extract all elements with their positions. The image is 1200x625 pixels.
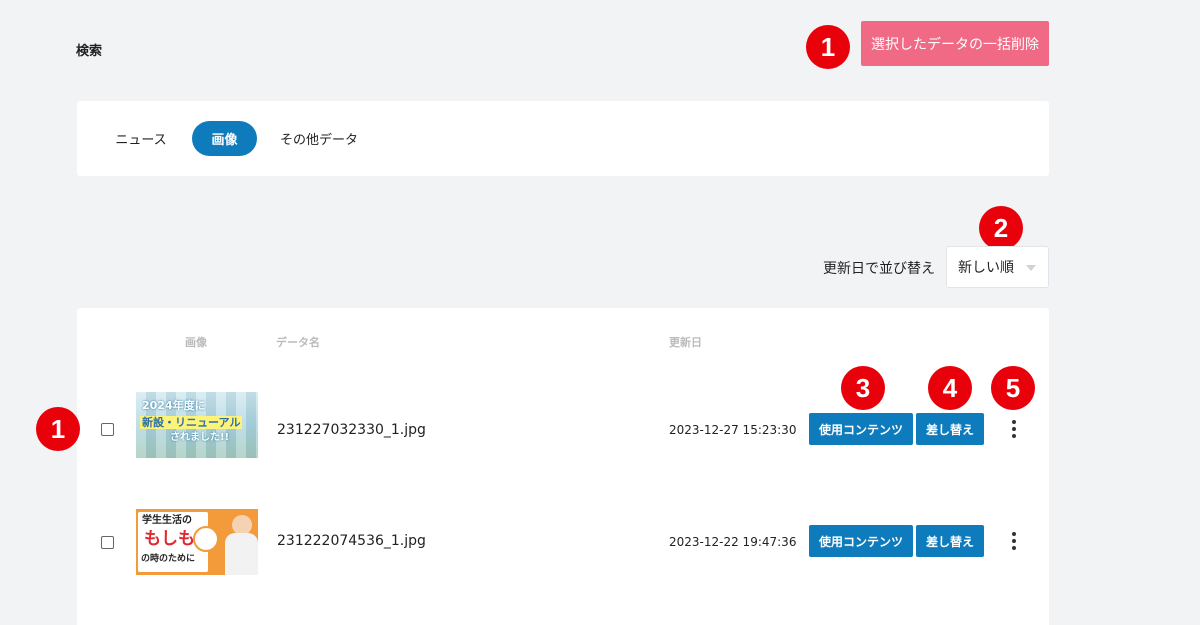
tab-other-data[interactable]: その他データ	[274, 121, 364, 156]
file-name: 231222074536_1.jpg	[277, 533, 426, 549]
thumbnail-caption: 新設・リニューアル	[140, 416, 243, 429]
annotation-badge-1: 1	[806, 25, 850, 69]
annotation-badge-3: 3	[841, 366, 885, 410]
sort-select[interactable]: 新しい順	[946, 246, 1049, 288]
updated-date: 2023-12-22 19:47:36	[669, 535, 797, 549]
tab-news[interactable]: ニュース	[105, 121, 177, 156]
annotation-badge-2: 2	[979, 206, 1023, 250]
annotation-badge-4: 4	[928, 366, 972, 410]
sort-label: 更新日で並び替え	[823, 261, 935, 277]
page-title: 検索	[76, 44, 103, 59]
file-name: 231227032330_1.jpg	[277, 422, 426, 438]
row-checkbox[interactable]	[101, 536, 114, 549]
annotation-badge-5: 5	[991, 366, 1035, 410]
more-menu-icon[interactable]	[1004, 529, 1024, 553]
replace-button[interactable]: 差し替え	[916, 525, 984, 557]
row-checkbox[interactable]	[101, 423, 114, 436]
thumbnail-caption: の時のために	[141, 554, 196, 564]
data-list	[77, 308, 1049, 625]
usage-contents-button[interactable]: 使用コンテンツ	[809, 413, 913, 445]
column-header-name: データ名	[276, 336, 320, 349]
person-head-icon	[232, 515, 252, 535]
category-tabs: ニュース 画像 その他データ	[77, 101, 1049, 176]
thumbnail-image: 2024年度に 新設・リニューアル されました!!	[136, 392, 258, 458]
annotation-badge-1: 1	[36, 407, 80, 451]
updated-date: 2023-12-27 15:23:30	[669, 423, 797, 437]
more-menu-icon[interactable]	[1004, 417, 1024, 441]
column-header-updated: 更新日	[669, 336, 702, 349]
thumbnail-caption: もしも	[144, 529, 195, 549]
thumbnail-image: 学生生活の もしも の時のために	[136, 509, 258, 575]
thumbnail-caption: 学生生活の	[142, 515, 192, 526]
replace-button[interactable]: 差し替え	[916, 413, 984, 445]
thumbnail-caption: されました!!	[170, 432, 230, 443]
thumbnail-caption: 2024年度に	[142, 399, 206, 412]
person-body-icon	[225, 533, 258, 575]
usage-contents-button[interactable]: 使用コンテンツ	[809, 525, 913, 557]
sort-selected-value: 新しい順	[958, 260, 1014, 276]
chevron-down-icon	[1026, 265, 1036, 271]
column-header-image: 画像	[185, 336, 207, 349]
speech-bubble-icon	[193, 526, 219, 552]
bulk-delete-button[interactable]: 選択したデータの一括削除	[861, 21, 1049, 66]
tab-images[interactable]: 画像	[192, 121, 257, 156]
